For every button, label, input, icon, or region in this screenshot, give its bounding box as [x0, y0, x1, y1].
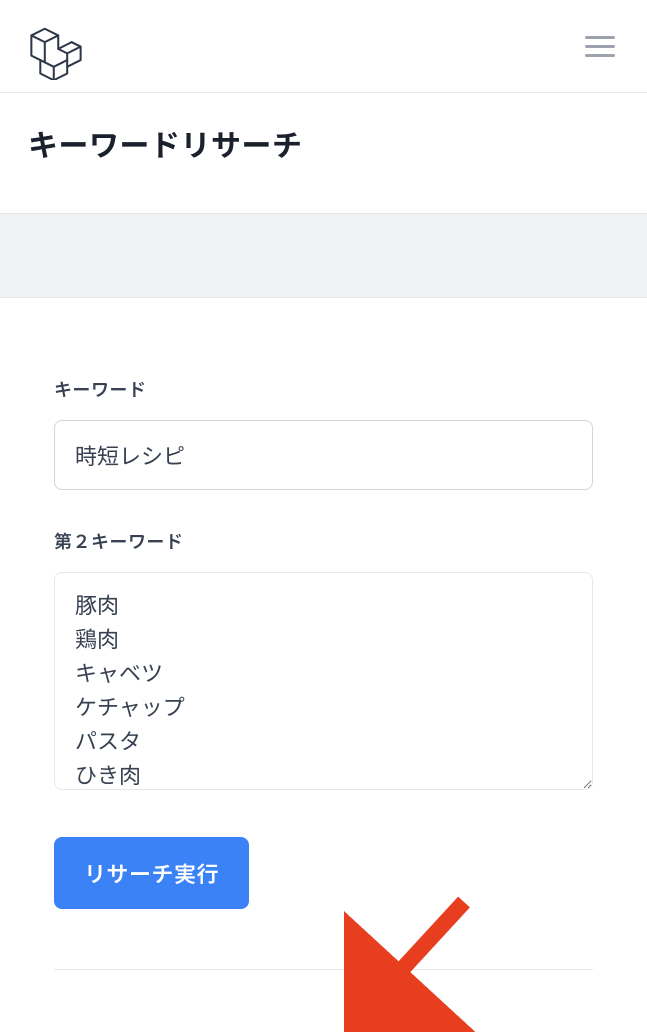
keyword2-group: 第２キーワード: [54, 528, 593, 795]
keyword2-textarea[interactable]: [54, 572, 593, 790]
keyword-label: キーワード: [54, 376, 593, 402]
arrow-annotation-icon: [344, 892, 484, 1032]
laravel-logo-icon[interactable]: [28, 22, 84, 70]
research-submit-button[interactable]: リサーチ実行: [54, 837, 249, 909]
keyword2-label: 第２キーワード: [54, 528, 593, 554]
keyword-input[interactable]: [54, 420, 593, 490]
header: [0, 0, 647, 93]
hamburger-menu-icon[interactable]: [581, 32, 619, 61]
page-title: キーワードリサーチ: [28, 121, 619, 165]
title-section: キーワードリサーチ: [0, 93, 647, 214]
divider: [54, 969, 593, 970]
form-container: キーワード 第２キーワード リサーチ実行: [0, 298, 647, 929]
keyword-group: キーワード: [54, 376, 593, 490]
gray-band: [0, 214, 647, 298]
